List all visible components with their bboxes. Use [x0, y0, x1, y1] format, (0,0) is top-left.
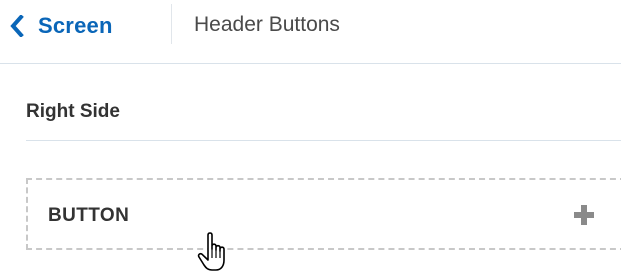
- back-button-label: Screen: [38, 13, 113, 38]
- button-item[interactable]: BUTTON: [26, 178, 621, 250]
- chevron-left-icon: [10, 15, 24, 37]
- page: Screen Header Buttons Right Side BUTTON: [0, 0, 621, 275]
- header-divider: [171, 4, 172, 44]
- back-button[interactable]: Screen: [10, 6, 113, 46]
- button-item-label: BUTTON: [48, 205, 130, 226]
- plus-icon[interactable]: [573, 204, 595, 226]
- page-title: Header Buttons: [194, 13, 340, 36]
- section-divider: [26, 140, 621, 141]
- section-title: Right Side: [26, 101, 120, 122]
- header-bar: Screen Header Buttons: [0, 0, 621, 64]
